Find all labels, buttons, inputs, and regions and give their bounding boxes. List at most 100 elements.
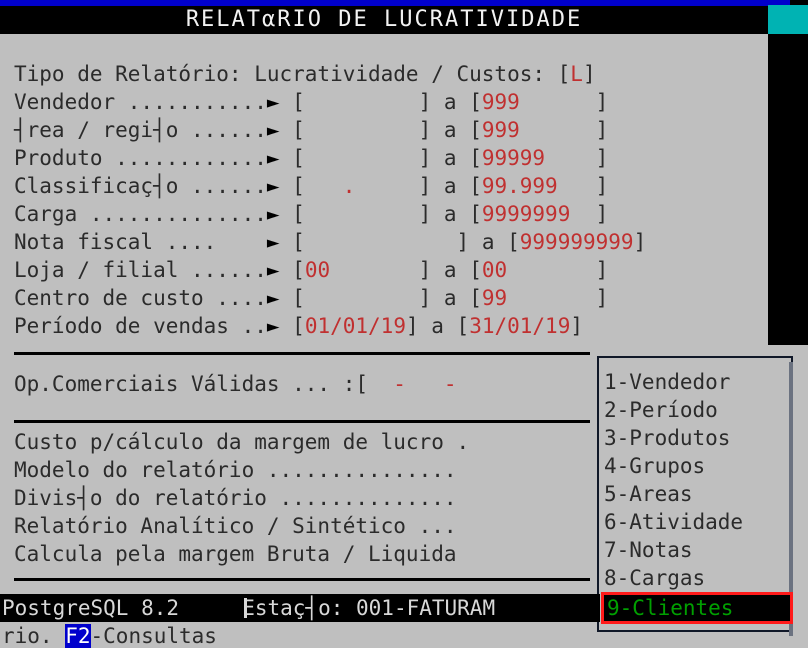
arrow-icon: ► [266, 202, 293, 226]
field-from-open-bracket: [ [292, 90, 305, 114]
field-row[interactable]: Carga ..............► [ ] a [9999999 ] [14, 200, 608, 228]
menu-item-2-per-odo[interactable]: 2-Período [604, 396, 788, 424]
field-from-value[interactable] [305, 286, 419, 310]
field-label: Carga .............. [14, 202, 267, 226]
field-from-open-bracket: [ [292, 118, 305, 142]
field-label: Vendedor ........... [14, 90, 267, 114]
field-label: Período de vendas .. [14, 314, 267, 338]
field-from-open-bracket: [ [292, 146, 305, 170]
field-from-close-bracket: ] a [ [456, 230, 520, 254]
field-from-value[interactable] [305, 230, 457, 254]
op-comerciais-label: Op.Comerciais Válidas ... :[ [14, 372, 369, 396]
field-from-open-bracket: [ [292, 202, 305, 226]
field-to-value[interactable]: 999 [482, 118, 596, 142]
field-to-value[interactable]: 99999 [482, 146, 596, 170]
field-from-open-bracket: [ [292, 314, 305, 338]
op-comerciais-row[interactable]: Op.Comerciais Válidas ... :[ - - [14, 370, 457, 398]
teal-indicator [768, 5, 808, 34]
field-row[interactable]: Vendedor ...........► [ ] a [999 ] [14, 88, 608, 116]
report-type-row[interactable]: Tipo de Relatório: Lucratividade / Custo… [14, 60, 596, 88]
field-to-close-bracket: ] [633, 230, 647, 254]
report-type-close-bracket: ] [582, 62, 596, 86]
field-label: Centro de custo .... [14, 286, 267, 310]
field-to-close-bracket: ] [595, 174, 609, 198]
menu-item-8-cargas[interactable]: 8-Cargas [604, 564, 788, 592]
status-divider [244, 598, 247, 618]
field-from-open-bracket: [ [292, 286, 305, 310]
field-to-close-bracket: ] [595, 90, 609, 114]
arrow-icon: ► [266, 314, 293, 338]
hint-row: rio. F2-Consultas [2, 622, 602, 648]
field-label: Nota fiscal .... [14, 230, 267, 254]
field-to-close-bracket: ] [595, 286, 609, 310]
field-to-close-bracket: ] [595, 118, 609, 142]
field-to-value[interactable]: 9999999 [482, 202, 596, 226]
hint-prefix: rio. [2, 624, 66, 648]
field-to-value[interactable]: 99.999 [482, 174, 596, 198]
field-row[interactable]: Centro de custo ....► [ ] a [99 ] [14, 284, 608, 312]
field-row[interactable]: Nota fiscal .... ► [ ] a [999999999] [14, 228, 646, 256]
field-to-close-bracket: ] [595, 146, 609, 170]
field-label: Loja / filial ...... [14, 258, 267, 282]
field-to-close-bracket: ] [595, 258, 609, 282]
field-to-value[interactable]: 31/01/19 [469, 314, 570, 338]
option-row[interactable]: Modelo do relatório ............... [14, 456, 457, 484]
arrow-icon: ► [266, 230, 293, 254]
field-row[interactable]: Loja / filial ......► [00 ] a [00 ] [14, 256, 608, 284]
field-to-value[interactable]: 99 [482, 286, 596, 310]
field-from-close-bracket: ] a [ [405, 314, 470, 338]
menu-item-9-clientes[interactable]: 9-Clientes [601, 592, 793, 624]
field-from-close-bracket: ] a [ [418, 118, 482, 142]
field-from-value[interactable] [305, 118, 419, 142]
arrow-icon: ► [266, 286, 293, 310]
report-type-value[interactable]: L [570, 62, 583, 86]
terminal-screen: RELATαRIO DE LUCRATIVIDADE Tipo de Relat… [0, 0, 808, 648]
menu-item-1-vendedor[interactable]: 1-Vendedor [604, 368, 788, 396]
field-from-close-bracket: ] a [ [418, 90, 482, 114]
field-row[interactable]: Produto ............► [ ] a [99999 ] [14, 144, 608, 172]
status-database: PostgreSQL 8.2 [2, 596, 230, 620]
field-from-value[interactable] [305, 90, 419, 114]
page-title: RELATαRIO DE LUCRATIVIDADE [185, 7, 583, 32]
field-from-open-bracket: [ [292, 230, 305, 254]
field-from-value[interactable]: . [305, 174, 419, 198]
menu-item-4-grupos[interactable]: 4-Grupos [604, 452, 788, 480]
option-row[interactable]: Relatório Analítico / Sintético ... [14, 512, 457, 540]
status-station: Estaç┤o: 001-FATURAM [229, 596, 496, 620]
menu-item-5-areas[interactable]: 5-Areas [604, 480, 788, 508]
op-comerciais-value[interactable]: - - [368, 372, 456, 396]
field-from-value[interactable]: 00 [305, 258, 419, 282]
field-label: Classificaç┤o ...... [14, 174, 267, 198]
field-to-value[interactable]: 999 [482, 90, 596, 114]
field-from-close-bracket: ] a [ [418, 174, 482, 198]
arrow-icon: ► [266, 258, 293, 282]
field-from-close-bracket: ] a [ [418, 146, 482, 170]
field-row[interactable]: Classificaç┤o ......► [ . ] a [99.999 ] [14, 172, 608, 200]
field-to-value[interactable]: 999999999 [520, 230, 634, 254]
field-row[interactable]: ┤rea / regi┤o ......► [ ] a [999 ] [14, 116, 608, 144]
field-label: Produto ............ [14, 146, 267, 170]
menu-item-7-notas[interactable]: 7-Notas [604, 536, 788, 564]
option-row[interactable]: Custo p/cálculo da margem de lucro . [14, 428, 469, 456]
arrow-icon: ► [266, 118, 293, 142]
field-from-value[interactable]: 01/01/19 [305, 314, 406, 338]
field-to-close-bracket: ] [595, 202, 609, 226]
arrow-icon: ► [266, 146, 293, 170]
field-label: ┤rea / regi┤o ...... [14, 118, 267, 142]
field-from-close-bracket: ] a [ [418, 258, 482, 282]
report-type-label: Tipo de Relatório: Lucratividade / Custo… [14, 62, 571, 86]
option-row[interactable]: Calcula pela margem Bruta / Liquida [14, 540, 457, 568]
field-row[interactable]: Período de vendas ..► [01/01/19] a [31/0… [14, 312, 583, 340]
hint-suffix: -Consultas [90, 624, 217, 648]
separator-middle [14, 420, 590, 423]
field-from-open-bracket: [ [292, 258, 305, 282]
field-from-value[interactable] [305, 146, 419, 170]
menu-item-3-produtos[interactable]: 3-Produtos [604, 424, 788, 452]
field-to-value[interactable]: 00 [482, 258, 596, 282]
separator-top [14, 352, 590, 355]
field-from-close-bracket: ] a [ [418, 202, 482, 226]
field-from-value[interactable] [305, 202, 419, 226]
menu-item-6-atividade[interactable]: 6-Atividade [604, 508, 788, 536]
option-row[interactable]: Divis┤o do relatório .............. [14, 484, 457, 512]
hint-fkey-badge[interactable]: F2 [65, 624, 91, 648]
